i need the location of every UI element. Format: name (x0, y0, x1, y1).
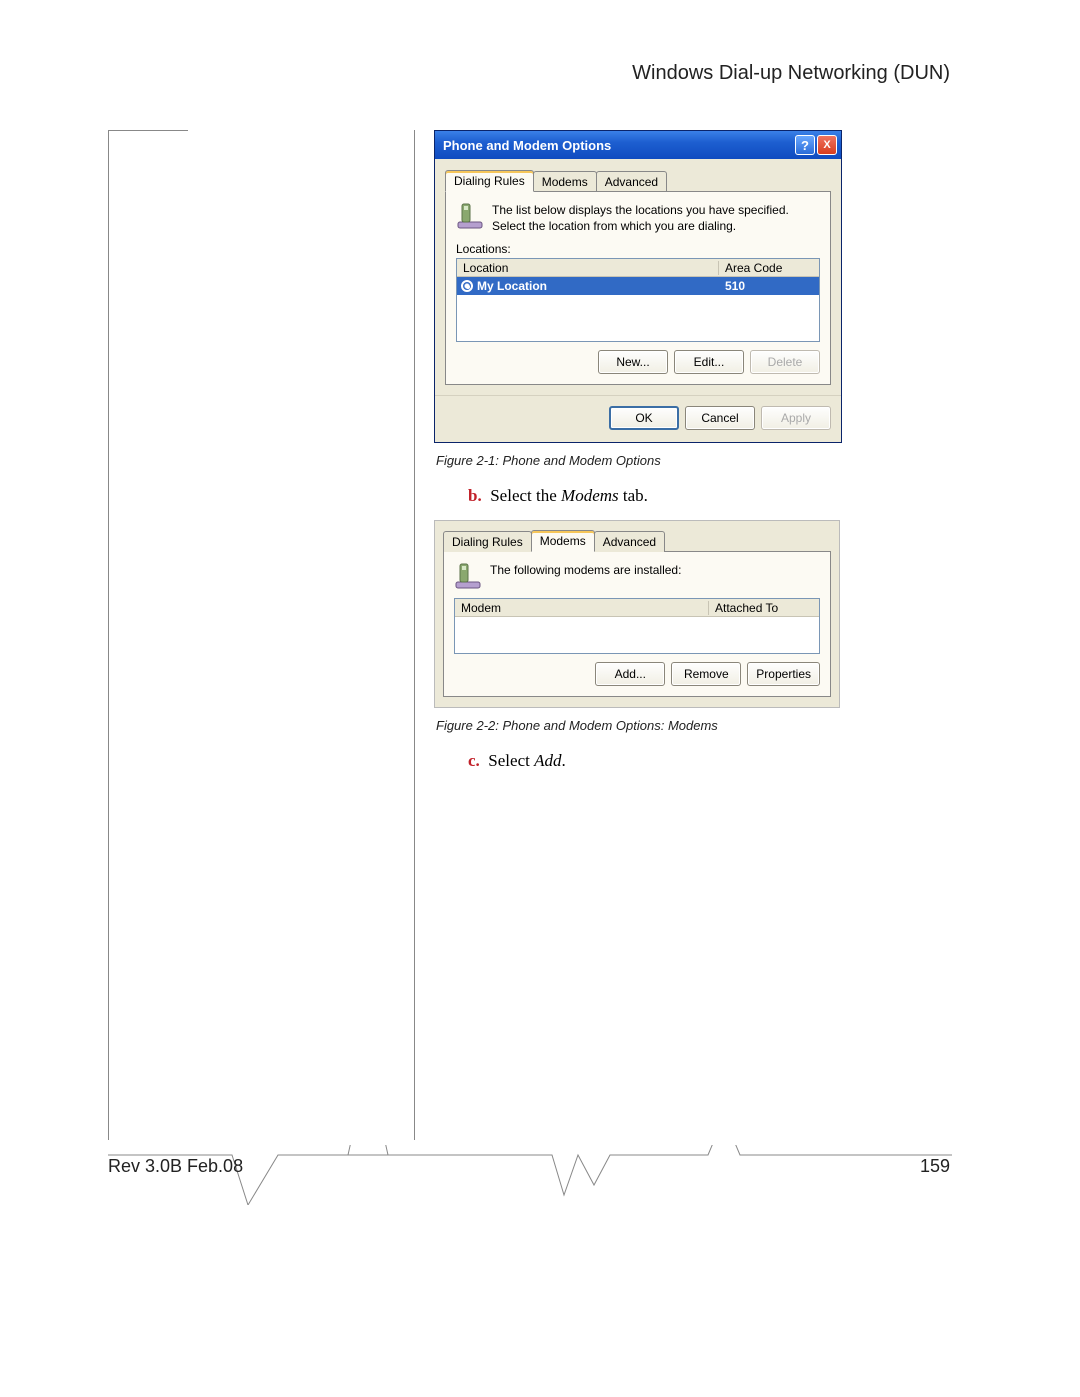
step-c: c. Select Add. (468, 751, 844, 771)
content-rule (414, 130, 415, 1140)
step-b-text-3: tab. (619, 486, 648, 505)
dialog-footer: OK Cancel Apply (435, 395, 841, 442)
modems-info-text: The following modems are installed: (490, 562, 681, 578)
location-name: My Location (477, 279, 547, 293)
margin-rule-left (108, 130, 109, 1140)
phone-modem-dialog: Phone and Modem Options ? X Dialing Rule… (434, 130, 842, 443)
step-b-text-1: Select the (490, 486, 561, 505)
page-header: Windows Dial-up Networking (DUN) (632, 62, 950, 85)
ok-button[interactable]: OK (609, 406, 679, 430)
phone-modem-dialog-modems-partial: Dialing Rules Modems Advanced The follow… (434, 520, 840, 708)
tab-modems-2[interactable]: Modems (531, 530, 595, 552)
dialog-title: Phone and Modem Options (443, 138, 611, 153)
step-c-text-1: Select (488, 751, 534, 770)
tab-strip-2: Dialing Rules Modems Advanced (443, 529, 831, 551)
footer-page-number: 159 (920, 1156, 950, 1177)
dialog-titlebar[interactable]: Phone and Modem Options ? X (435, 131, 841, 159)
header-areacode[interactable]: Area Code (719, 261, 819, 275)
modems-listbox-header: Modem Attached To (455, 599, 819, 617)
tab-panel-modems: The following modems are installed: Mode… (443, 551, 831, 697)
tab-dialing-rules-2[interactable]: Dialing Rules (443, 531, 532, 552)
locations-listbox[interactable]: Location Area Code My Location 510 (456, 258, 820, 342)
header-attached-to[interactable]: Attached To (709, 601, 819, 615)
cancel-button[interactable]: Cancel (685, 406, 755, 430)
properties-button[interactable]: Properties (747, 662, 820, 686)
apply-button: Apply (761, 406, 831, 430)
phone-modem-icon-2 (454, 562, 482, 590)
tab-panel-dialing-rules: The list below displays the locations yo… (445, 191, 831, 385)
new-button[interactable]: New... (598, 350, 668, 374)
figure-caption-1: Figure 2-1: Phone and Modem Options (436, 453, 844, 468)
step-b-text-2: Modems (561, 486, 619, 505)
tab-dialing-rules[interactable]: Dialing Rules (445, 170, 534, 192)
add-button[interactable]: Add... (595, 662, 665, 686)
phone-modem-icon (456, 202, 484, 230)
listbox-header: Location Area Code (457, 259, 819, 277)
figure-caption-2: Figure 2-2: Phone and Modem Options: Mod… (436, 718, 844, 733)
header-modem[interactable]: Modem (455, 601, 709, 615)
content-column: Phone and Modem Options ? X Dialing Rule… (434, 130, 844, 785)
tab-modems[interactable]: Modems (533, 171, 597, 192)
step-b: b. Select the Modems tab. (468, 486, 844, 506)
radio-selected-icon (461, 280, 473, 292)
document-page: Windows Dial-up Networking (DUN) Phone a… (0, 0, 1080, 1397)
tab-advanced[interactable]: Advanced (596, 171, 667, 192)
delete-button: Delete (750, 350, 820, 374)
edit-button[interactable]: Edit... (674, 350, 744, 374)
tab-strip: Dialing Rules Modems Advanced (445, 169, 831, 191)
header-location[interactable]: Location (457, 261, 719, 275)
help-button[interactable]: ? (795, 135, 815, 155)
dialog-info-text: The list below displays the locations yo… (492, 202, 820, 234)
locations-label: Locations: (456, 242, 820, 256)
location-row-selected[interactable]: My Location 510 (457, 277, 819, 295)
footer-revision: Rev 3.0B Feb.08 (108, 1156, 243, 1177)
dialog-body: Dialing Rules Modems Advanced Th (435, 159, 841, 395)
tab-advanced-2[interactable]: Advanced (594, 531, 665, 552)
step-c-text-2: Add (534, 751, 561, 770)
modems-listbox[interactable]: Modem Attached To (454, 598, 820, 654)
margin-rule-top (108, 130, 188, 131)
step-b-letter: b. (468, 486, 482, 505)
step-c-letter: c. (468, 751, 480, 770)
step-c-text-3: . (561, 751, 565, 770)
close-button[interactable]: X (817, 135, 837, 155)
remove-button[interactable]: Remove (671, 662, 741, 686)
location-areacode: 510 (719, 279, 819, 293)
